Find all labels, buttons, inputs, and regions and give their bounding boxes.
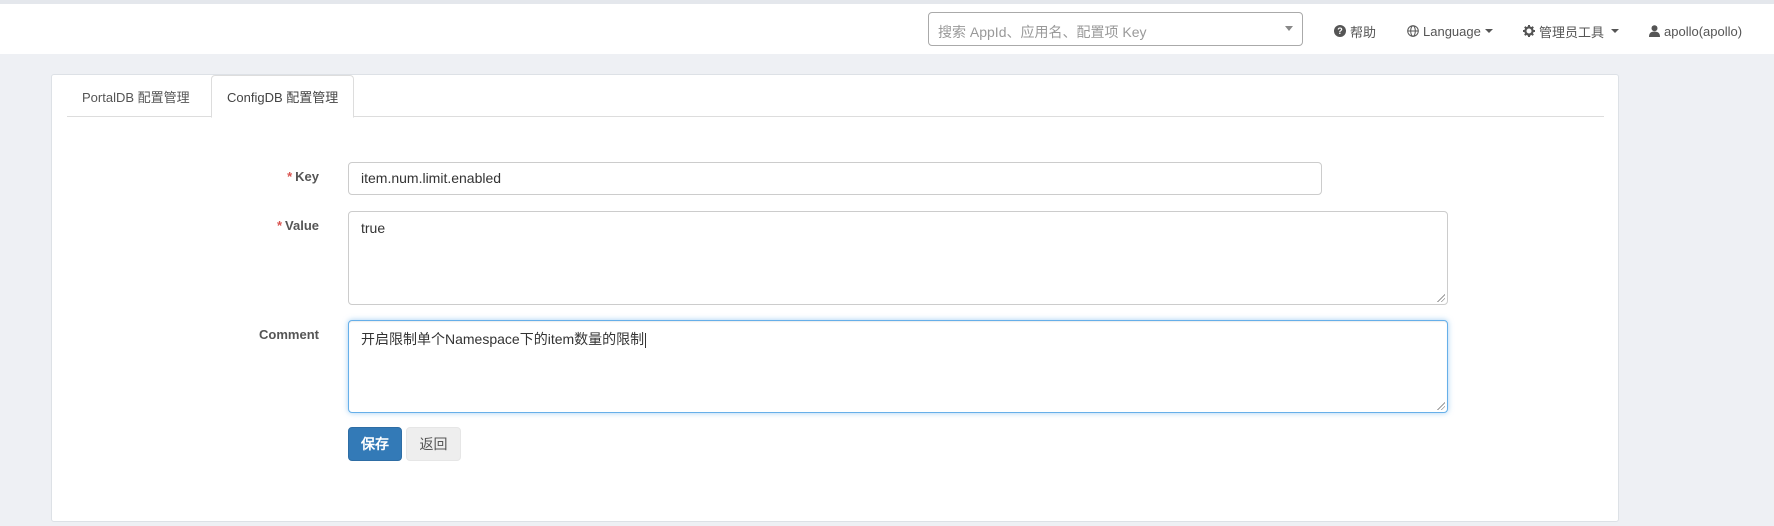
help-label: 帮助 — [1350, 24, 1377, 40]
question-circle-icon: ? — [1334, 25, 1346, 37]
tab-label: ConfigDB 配置管理 — [227, 90, 339, 105]
gear-icon — [1523, 25, 1535, 37]
required-mark: * — [287, 169, 293, 184]
tab-label: PortalDB 配置管理 — [82, 89, 190, 105]
search-placeholder: 搜索 AppId、应用名、配置项 Key — [938, 24, 1147, 40]
user-icon — [1649, 25, 1660, 37]
comment-textarea[interactable]: 开启限制单个Namespace下的item数量的限制 — [348, 320, 1448, 413]
value-label: * Value — [169, 218, 319, 233]
value-textarea[interactable]: true — [348, 211, 1448, 305]
dropdown-arrow-icon — [1285, 26, 1293, 31]
caret-down-icon — [1484, 29, 1493, 33]
comment-label-text: Comment — [259, 327, 319, 342]
key-label: * Key — [169, 169, 319, 184]
save-button[interactable]: 保存 — [348, 427, 402, 461]
resize-handle-icon[interactable] — [1437, 294, 1445, 302]
help-link[interactable]: ? 帮助 — [1334, 4, 1376, 58]
tab-configdb[interactable]: ConfigDB 配置管理 — [211, 75, 355, 118]
user-menu[interactable]: apollo(apollo) — [1649, 4, 1742, 58]
tab-bar: PortalDB 配置管理 ConfigDB 配置管理 — [67, 75, 1604, 118]
key-label-text: Key — [295, 169, 319, 184]
text-cursor — [645, 332, 647, 348]
caret-down-icon — [1611, 29, 1620, 33]
value-text: true — [361, 220, 386, 236]
config-panel: PortalDB 配置管理 ConfigDB 配置管理 * Key item.nu… — [51, 74, 1619, 522]
language-label: Language — [1423, 23, 1481, 39]
admin-tools-dropdown[interactable]: 管理员工具 — [1523, 4, 1620, 58]
language-dropdown[interactable]: Language — [1407, 4, 1493, 58]
back-button-label: 返回 — [419, 436, 448, 452]
comment-label: Comment — [169, 327, 319, 342]
top-navbar: 搜索 AppId、应用名、配置项 Key ? 帮助 Language 管理员工具… — [0, 0, 1774, 54]
key-input[interactable]: item.num.limit.enabled — [348, 162, 1322, 195]
tab-portaldb[interactable]: PortalDB 配置管理 — [67, 75, 205, 117]
back-button[interactable]: 返回 — [406, 427, 461, 461]
user-label: apollo(apollo) — [1664, 23, 1743, 39]
search-select[interactable]: 搜索 AppId、应用名、配置项 Key — [928, 12, 1303, 46]
value-label-text: Value — [285, 218, 319, 233]
comment-text: 开启限制单个Namespace下的item数量的限制 — [361, 331, 645, 347]
globe-icon — [1407, 25, 1419, 37]
required-mark: * — [276, 218, 283, 233]
save-button-label: 保存 — [361, 436, 389, 452]
svg-text:?: ? — [1337, 26, 1343, 36]
resize-handle-icon[interactable] — [1437, 402, 1445, 410]
admin-tools-label: 管理员工具 — [1539, 24, 1605, 40]
key-value: item.num.limit.enabled — [361, 170, 502, 186]
